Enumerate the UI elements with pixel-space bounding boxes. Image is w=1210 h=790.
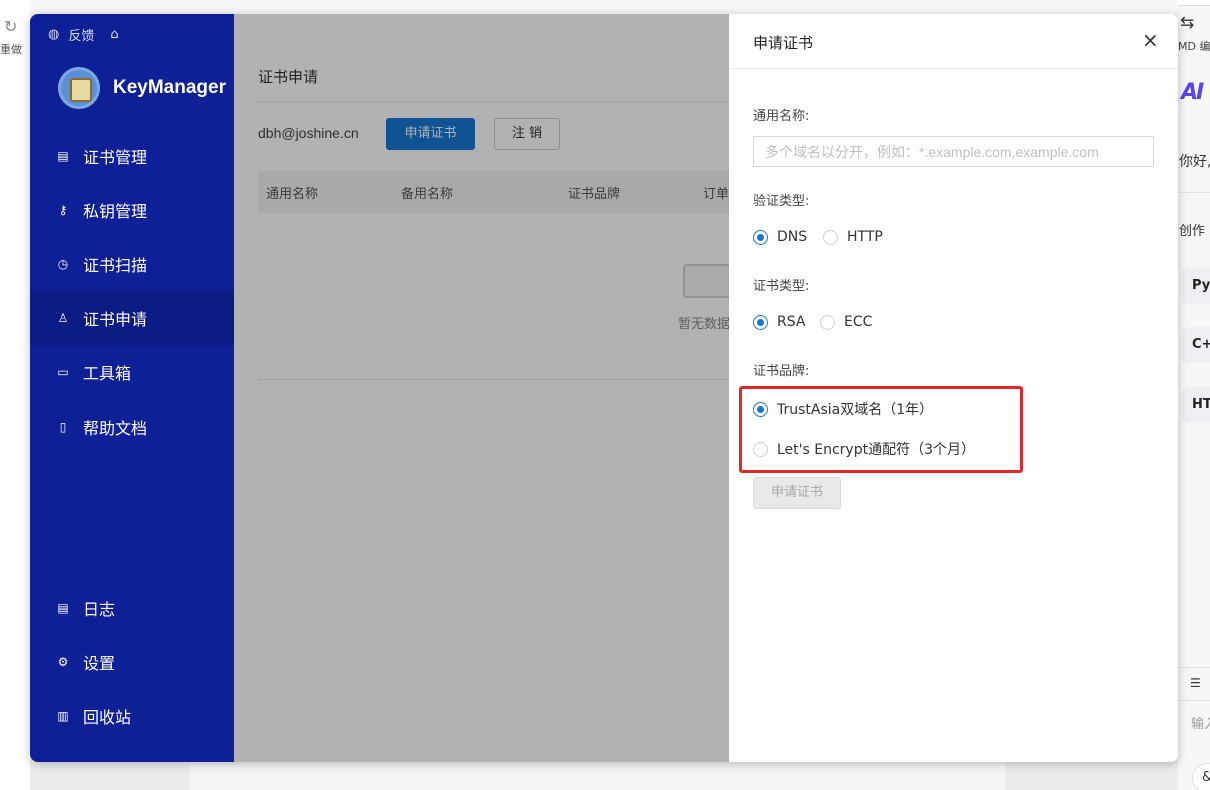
ai-logo: AI: [1181, 80, 1204, 105]
radio-checked-icon: [753, 401, 768, 417]
sidebar-item-settings[interactable]: ⚙ 设置: [30, 635, 234, 689]
chip-html[interactable]: HT: [1181, 387, 1210, 423]
drawer-header: 申请证书 ×: [729, 14, 1178, 69]
key-icon: ⚷: [58, 203, 68, 217]
sidebar-item-toolbox[interactable]: ▭ 工具箱: [30, 345, 234, 399]
radio-unchecked-icon: [823, 229, 838, 245]
radio-dns[interactable]: DNS: [753, 229, 807, 245]
list-icon[interactable]: ☰: [1190, 676, 1201, 690]
radio-ecc[interactable]: ECC: [820, 314, 872, 330]
md-editor-label[interactable]: MD 编辑: [1178, 38, 1210, 54]
sidebar-item-cert-apply[interactable]: ♙ 证书申请: [30, 291, 234, 345]
cert-brand-label: 证书品牌:: [753, 364, 810, 379]
radio-label: TrustAsia双域名（1年）: [777, 402, 934, 418]
common-name-label: 通用名称:: [753, 109, 810, 124]
redo-icon[interactable]: ↻: [4, 17, 17, 36]
radio-rsa[interactable]: RSA: [753, 314, 805, 330]
modal-overlay[interactable]: [234, 14, 729, 762]
sidebar-item-label: 私钥管理: [83, 202, 148, 221]
user-icon: ♙: [57, 311, 69, 325]
greeting-text: 你好,: [1179, 154, 1210, 170]
chip-python[interactable]: Py: [1181, 268, 1210, 304]
drawer-title: 申请证书: [753, 34, 814, 52]
chat-input[interactable]: 输入: [1191, 713, 1210, 732]
sidebar-item-help-docs[interactable]: ▯ 帮助文档: [30, 400, 234, 454]
sidebar-item-label: 工具箱: [83, 364, 132, 383]
divider: [1178, 192, 1210, 193]
certificate-icon: ▤: [57, 149, 69, 163]
sidebar-item-cert-scan[interactable]: ◷ 证书扫描: [30, 237, 234, 291]
submit-apply-button[interactable]: 申请证书: [753, 477, 841, 509]
document-icon: ▯: [59, 420, 67, 434]
trash-icon: ▥: [57, 709, 69, 723]
host-right-panel: ⇆ MD 编辑 AI 你好, 创作 Py C+ HT ☰ 输入 &: [1178, 0, 1210, 790]
toolbox-icon: ▭: [57, 365, 69, 379]
divider: [1178, 667, 1210, 668]
radio-label: HTTP: [847, 229, 883, 245]
sidebar: ◍ 反馈 ⌂ KeyManager ▤ 证书管理 ⚷ 私钥管理 ◷ 证书扫描 ♙…: [30, 14, 234, 762]
sidebar-item-label: 证书管理: [83, 148, 148, 167]
sidebar-item-label: 回收站: [83, 708, 132, 727]
keymanager-logo-icon: [58, 67, 100, 109]
cert-type-label: 证书类型:: [753, 279, 810, 294]
brand-name: KeyManager: [113, 77, 226, 98]
radio-label: Let's Encrypt通配符（3个月）: [777, 442, 975, 458]
chip-cpp[interactable]: C+: [1181, 327, 1210, 363]
host-bottom-bar: [30, 762, 1180, 790]
sidebar-item-label: 证书申请: [83, 310, 148, 329]
swap-arrows-icon[interactable]: ⇆: [1180, 13, 1194, 33]
radio-letsencrypt[interactable]: Let's Encrypt通配符（3个月）: [753, 439, 975, 459]
brand: KeyManager: [58, 67, 226, 109]
globe-icon[interactable]: ◍: [48, 27, 59, 42]
theme-icon[interactable]: ⌂: [110, 27, 118, 42]
scan-icon: ◷: [57, 257, 69, 271]
radio-unchecked-icon: [820, 314, 835, 330]
apply-cert-drawer: 申请证书 × 通用名称: 验证类型: DNS HTTP 证书类型: RSA EC…: [729, 14, 1178, 762]
common-name-input[interactable]: [753, 136, 1154, 167]
radio-checked-icon: [753, 229, 768, 245]
sidebar-item-cert-management[interactable]: ▤ 证书管理: [30, 129, 234, 183]
radio-trustasia[interactable]: TrustAsia双域名（1年）: [753, 399, 933, 419]
host-popup-edge: [1178, 0, 1210, 6]
sidebar-top-bar: ◍ 反馈 ⌂: [48, 24, 119, 44]
validation-type-label: 验证类型:: [753, 194, 810, 209]
create-label: 创作: [1179, 224, 1206, 239]
log-icon: ▤: [57, 601, 69, 615]
sidebar-item-trash[interactable]: ▥ 回收站: [30, 689, 234, 743]
host-left-toolbar: ↻ 重做: [0, 0, 30, 790]
radio-label: RSA: [777, 314, 806, 330]
sidebar-item-label: 帮助文档: [83, 419, 148, 438]
radio-http[interactable]: HTTP: [823, 229, 883, 245]
host-top-bar: [30, 0, 1180, 14]
sidebar-item-label: 设置: [83, 654, 116, 673]
divider: [1178, 700, 1210, 701]
close-icon[interactable]: ×: [1142, 28, 1159, 52]
settings-icon: ⚙: [57, 655, 69, 669]
sidebar-item-label: 证书扫描: [83, 256, 148, 275]
sidebar-item-label: 日志: [83, 600, 116, 619]
link-icon[interactable]: &: [1192, 763, 1210, 790]
radio-label: DNS: [777, 229, 808, 245]
sidebar-item-log[interactable]: ▤ 日志: [30, 581, 234, 635]
radio-checked-icon: [753, 314, 768, 330]
redo-label[interactable]: 重做: [0, 41, 22, 57]
keymanager-window: ◍ 反馈 ⌂ KeyManager ▤ 证书管理 ⚷ 私钥管理 ◷ 证书扫描 ♙…: [30, 14, 1178, 762]
radio-unchecked-icon: [753, 441, 768, 457]
feedback-link[interactable]: 反馈: [68, 25, 94, 44]
radio-label: ECC: [844, 314, 873, 330]
sidebar-item-key-management[interactable]: ⚷ 私钥管理: [30, 183, 234, 237]
